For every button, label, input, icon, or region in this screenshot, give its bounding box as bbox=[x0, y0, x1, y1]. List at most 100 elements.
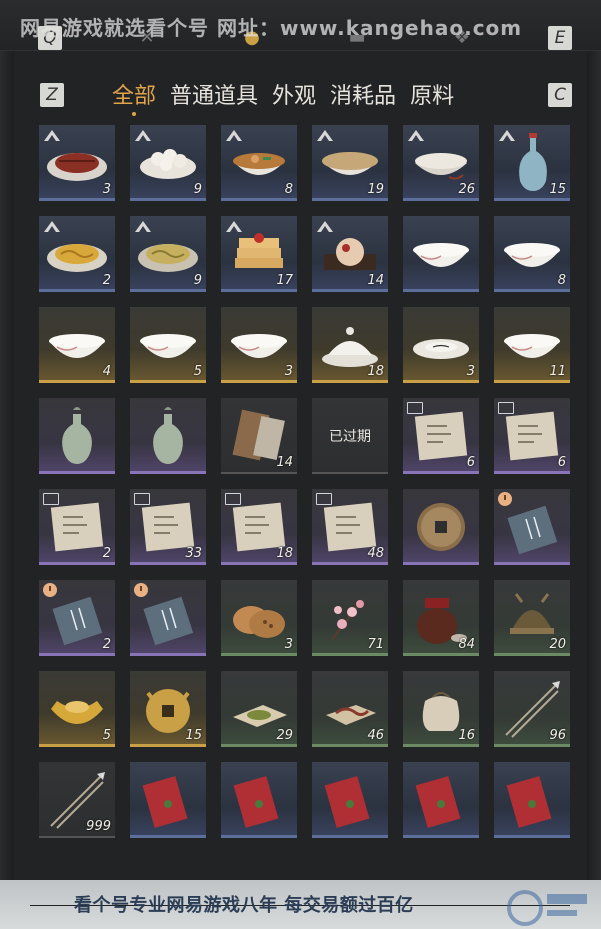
item-quantity: 3 bbox=[284, 637, 293, 652]
item-slot-cake-plate[interactable]: 14 bbox=[312, 216, 388, 292]
item-slot-porcelain-bowl-rooster[interactable]: 5 bbox=[130, 307, 206, 383]
celadon-vase-icon bbox=[62, 407, 92, 464]
item-slot-fried-noodles[interactable]: 2 bbox=[39, 216, 115, 292]
item-slot-cat-coin[interactable]: 15 bbox=[130, 671, 206, 747]
item-slot-flatbread[interactable]: 3 bbox=[221, 580, 297, 656]
item-slot-porcelain-bowl-flower[interactable]: 8 bbox=[494, 216, 570, 292]
item-slot-paper-scroll-5[interactable]: 18 bbox=[221, 489, 297, 565]
item-quantity: 3 bbox=[284, 364, 293, 379]
tab-common-items-label: 普通道具 bbox=[170, 84, 259, 109]
item-slot-celadon-vase-2[interactable] bbox=[130, 398, 206, 474]
tab-materials-label: 原料 bbox=[410, 84, 455, 109]
item-quantity: 3 bbox=[102, 182, 111, 197]
item-slot-porcelain-bowl-blue[interactable]: 11 bbox=[494, 307, 570, 383]
item-slot-expired-item[interactable]: 已过期 bbox=[312, 398, 388, 474]
tab-common-items[interactable]: 普通道具 bbox=[170, 78, 258, 112]
item-slot-rice-bowl[interactable]: 26 bbox=[403, 125, 479, 201]
item-slot-red-envelope-2[interactable] bbox=[221, 762, 297, 838]
tab-appearance-label: 外观 bbox=[272, 84, 317, 109]
item-slot-wine-jar[interactable]: 84 bbox=[403, 580, 479, 656]
item-quantity: 2 bbox=[102, 637, 111, 652]
item-slot-pancakes[interactable]: 17 bbox=[221, 216, 297, 292]
item-slot-porcelain-bowl-ink[interactable]: 3 bbox=[221, 307, 297, 383]
key-e[interactable]: E bbox=[548, 26, 572, 50]
item-quantity: 17 bbox=[276, 273, 293, 288]
item-slot-red-envelope-5[interactable] bbox=[494, 762, 570, 838]
item-slot-talisman-1[interactable] bbox=[494, 489, 570, 565]
clock-icon bbox=[498, 492, 512, 506]
item-slot-covered-bowl[interactable]: 18 bbox=[312, 307, 388, 383]
item-quantity: 18 bbox=[367, 364, 384, 379]
celadon-vase-2-icon bbox=[153, 407, 183, 464]
item-quantity: 84 bbox=[458, 637, 475, 652]
tier-badge-icon bbox=[44, 221, 60, 232]
item-quantity: 3 bbox=[466, 364, 475, 379]
tier-badge-icon bbox=[226, 130, 242, 141]
item-quantity: 9 bbox=[193, 182, 202, 197]
category-tabs: 全部 普通道具 外观 消耗品 原料 bbox=[112, 78, 468, 116]
tier-badge-icon bbox=[135, 130, 151, 141]
tab-consumables[interactable]: 消耗品 bbox=[330, 78, 396, 112]
item-slot-red-envelope-3[interactable] bbox=[312, 762, 388, 838]
item-quantity: 14 bbox=[276, 455, 293, 470]
watermark-top-text: 网易游戏就选看个号 网址：www.kangehao.com bbox=[20, 16, 523, 40]
item-slot-paper-scroll-4[interactable]: 33 bbox=[130, 489, 206, 565]
item-slot-paper-scroll-3[interactable]: 2 bbox=[39, 489, 115, 565]
item-slot-dumplings[interactable]: 9 bbox=[130, 125, 206, 201]
book-badge-icon bbox=[225, 493, 241, 505]
key-c[interactable]: C bbox=[548, 83, 572, 107]
item-slot-paper-scroll-2[interactable]: 6 bbox=[494, 398, 570, 474]
item-slot-arrows-2[interactable]: 999 bbox=[39, 762, 115, 838]
red-envelope-2-icon bbox=[233, 776, 279, 828]
item-quantity: 96 bbox=[549, 728, 566, 743]
item-slot-earthworm[interactable]: 46 bbox=[312, 671, 388, 747]
key-z[interactable]: Z bbox=[40, 83, 64, 107]
item-slot-plain-noodles[interactable]: 9 bbox=[130, 216, 206, 292]
item-slot-red-envelope-1[interactable] bbox=[130, 762, 206, 838]
right-border bbox=[587, 0, 601, 929]
item-slot-porcelain-dish[interactable]: 3 bbox=[403, 307, 479, 383]
item-slot-copper-coin[interactable] bbox=[403, 489, 479, 565]
item-quantity: 8 bbox=[557, 273, 566, 288]
item-slot-roast-meat[interactable]: 3 bbox=[39, 125, 115, 201]
item-slot-iron-helmet[interactable]: 20 bbox=[494, 580, 570, 656]
tier-badge-icon bbox=[44, 130, 60, 141]
tab-all[interactable]: 全部 bbox=[112, 78, 156, 116]
top-watermark-bar: Q ✕ ● ▬ ❖ E 网易游戏就选看个号 网址：www.kangehao.co… bbox=[0, 0, 601, 51]
item-quantity: 19 bbox=[367, 182, 384, 197]
tier-badge-icon bbox=[135, 221, 151, 232]
item-slot-celadon-vase[interactable] bbox=[39, 398, 115, 474]
item-quantity: 2 bbox=[102, 546, 111, 561]
clock-icon bbox=[43, 583, 57, 597]
item-slot-wine-vase[interactable]: 15 bbox=[494, 125, 570, 201]
item-slot-talisman-3[interactable] bbox=[130, 580, 206, 656]
red-envelope-5-icon bbox=[506, 776, 552, 828]
tier-badge-icon bbox=[226, 221, 242, 232]
tab-appearance[interactable]: 外观 bbox=[272, 78, 316, 112]
clock-icon bbox=[134, 583, 148, 597]
item-quantity: 48 bbox=[367, 546, 384, 561]
tab-materials[interactable]: 原料 bbox=[410, 78, 454, 112]
item-slot-porcelain-bowl-pink[interactable] bbox=[403, 216, 479, 292]
item-slot-paper-scroll-6[interactable]: 48 bbox=[312, 489, 388, 565]
tier-badge-icon bbox=[317, 221, 333, 232]
item-slot-paper-scroll-1[interactable]: 6 bbox=[403, 398, 479, 474]
item-slot-wooden-plaque[interactable]: 14 bbox=[221, 398, 297, 474]
item-slot-porcelain-bowl-color[interactable]: 4 bbox=[39, 307, 115, 383]
item-quantity: 16 bbox=[458, 728, 475, 743]
item-slot-congee[interactable]: 19 bbox=[312, 125, 388, 201]
left-border bbox=[0, 0, 14, 929]
item-slot-noodle-soup[interactable]: 8 bbox=[221, 125, 297, 201]
item-quantity: 18 bbox=[276, 546, 293, 561]
item-slot-gold-ingot[interactable]: 5 bbox=[39, 671, 115, 747]
item-slot-arrows[interactable]: 96 bbox=[494, 671, 570, 747]
red-envelope-4-icon bbox=[415, 776, 461, 828]
item-slot-talisman-2[interactable]: 2 bbox=[39, 580, 115, 656]
item-quantity: 6 bbox=[557, 455, 566, 470]
item-slot-red-envelope-4[interactable] bbox=[403, 762, 479, 838]
item-quantity: 9 bbox=[193, 273, 202, 288]
item-slot-cloth-sack[interactable]: 16 bbox=[403, 671, 479, 747]
item-slot-plum-blossom[interactable]: 71 bbox=[312, 580, 388, 656]
item-slot-herb-powder[interactable]: 29 bbox=[221, 671, 297, 747]
item-quantity: 6 bbox=[466, 455, 475, 470]
